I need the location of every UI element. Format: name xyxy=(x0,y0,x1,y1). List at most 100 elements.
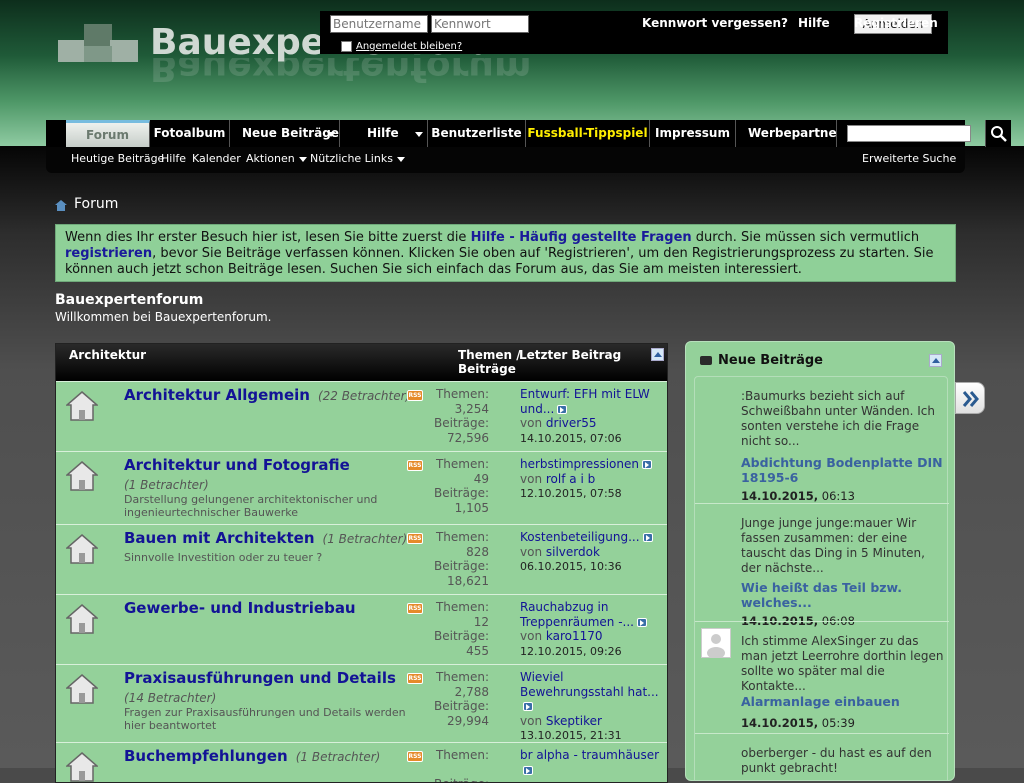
home-icon[interactable] xyxy=(55,200,67,211)
rss-icon[interactable]: RSS xyxy=(407,460,423,471)
search-input[interactable] xyxy=(847,125,971,142)
last-post-title-link[interactable]: Rauchabzug in Treppenräumen -... xyxy=(520,600,634,629)
forum-title-text: Gewerbe- und Industriebau xyxy=(124,599,356,617)
last-post-user-link[interactable]: rolf a i b xyxy=(546,472,595,486)
last-post-date: 12.10.2015, 09:26 xyxy=(520,644,622,658)
forum-house-icon xyxy=(66,752,98,782)
themes-label: Themen: xyxy=(435,457,489,471)
go-to-post-icon[interactable] xyxy=(523,765,533,775)
forum-house-icon xyxy=(66,604,98,634)
last-post: Rauchabzug in Treppenräumen -... von karo… xyxy=(520,600,667,659)
forum-row[interactable]: Architektur und Fotografie (1 Betrachter)… xyxy=(56,451,667,524)
register-link[interactable]: Registrieren xyxy=(854,16,938,30)
subnav-hilfe[interactable]: Hilfe xyxy=(161,152,186,165)
remember-checkbox[interactable] xyxy=(341,41,352,52)
forum-row[interactable]: Bauen mit Architekten (1 Betrachter) Sinnv… xyxy=(56,524,667,594)
go-to-post-icon[interactable] xyxy=(642,533,653,542)
forum-title-text: Architektur Allgemein xyxy=(124,386,310,404)
help-link[interactable]: Hilfe xyxy=(798,16,830,30)
viewer-count: (1 Betrachter) xyxy=(124,478,209,492)
go-to-post-icon[interactable] xyxy=(523,702,533,711)
go-to-post-icon[interactable] xyxy=(637,617,647,627)
last-post-user-link[interactable]: driver55 xyxy=(546,416,597,430)
forum-title-link[interactable]: Praxisausführungen und Details xyxy=(124,669,396,687)
double-chevron-right-icon xyxy=(962,391,979,407)
tab-hilfe[interactable]: Hilfe xyxy=(340,120,428,147)
last-post-user-link[interactable]: karo1170 xyxy=(546,629,603,643)
rss-icon[interactable]: RSS xyxy=(407,533,423,544)
sidebar-new-posts: Neue Beiträge :Baumurks bezieht sich auf… xyxy=(685,341,955,781)
tab-forum[interactable]: Forum xyxy=(66,120,150,147)
go-to-post-icon[interactable] xyxy=(557,404,568,414)
remember-label[interactable]: Angemeldet bleiben? xyxy=(356,41,462,52)
tab-werbepartner[interactable]: Werbepartner xyxy=(736,120,837,147)
chevron-down-icon xyxy=(298,156,307,162)
forum-title-link[interactable]: Buchempfehlungen (1 Betrachter) xyxy=(124,747,380,765)
post-title-link[interactable]: Wie heißt das Teil bzw. welches... xyxy=(741,580,945,610)
last-post-user-link[interactable]: Skeptiker xyxy=(546,714,602,728)
subnav-aktionen[interactable]: Aktionen xyxy=(246,152,307,165)
tab-fotoalbum[interactable]: Fotoalbum xyxy=(150,120,230,147)
password-input[interactable] xyxy=(431,15,529,33)
forum-title-link[interactable]: Architektur Allgemein (22 Betrachter) xyxy=(124,386,410,404)
last-post: br alpha - traumhäuser xyxy=(520,748,667,777)
posts-label: Beiträge: xyxy=(434,629,489,643)
viewer-count: (1 Betrachter) xyxy=(295,750,381,764)
last-post-user-link[interactable]: silverdok xyxy=(546,545,600,559)
forum-title-link[interactable]: Gewerbe- und Industriebau xyxy=(124,599,356,617)
register-notice-link[interactable]: registrieren xyxy=(65,246,152,261)
by-label: von xyxy=(520,713,543,728)
tab-fussball-tippspiel[interactable]: Fussball-Tippspiel xyxy=(526,120,650,147)
subnav-heutige-beitraege[interactable]: Heutige Beiträge xyxy=(71,152,164,165)
forum-title-link[interactable]: Architektur und Fotografie xyxy=(124,456,350,474)
post-title-link[interactable]: Alarmanlage einbauen xyxy=(741,694,945,709)
forum-row[interactable]: Architektur Allgemein (22 Betrachter) RSS T… xyxy=(56,381,667,451)
rss-icon[interactable]: RSS xyxy=(407,751,423,762)
avatar[interactable] xyxy=(701,628,731,659)
forum-row[interactable]: Buchempfehlungen (1 Betrachter) RSS Themen:… xyxy=(56,742,667,782)
post-excerpt: Junge junge junge:mauer Wir fassen zusam… xyxy=(741,516,925,575)
viewer-count: (1 Betrachter) xyxy=(322,532,408,546)
post-date-day: 14.10.2015, xyxy=(741,489,819,503)
forum-row[interactable]: Gewerbe- und Industriebau RSS Themen: 12 Bei… xyxy=(56,594,667,664)
forum-stats: Themen: 12 Beiträge: 455 xyxy=(424,600,489,658)
sidebar-expand-button[interactable] xyxy=(955,382,985,414)
rss-icon[interactable]: RSS xyxy=(407,390,423,401)
category-title[interactable]: Architektur xyxy=(69,348,146,362)
advanced-search-link[interactable]: Erweiterte Suche xyxy=(862,152,956,165)
last-post-title-link[interactable]: br alpha - traumhäuser xyxy=(520,748,659,762)
post-title-link[interactable]: Abdichtung Bodenplatte DIN 18195-6 xyxy=(741,455,945,485)
tab-benutzerliste[interactable]: Benutzerliste xyxy=(428,120,526,147)
collapse-icon[interactable] xyxy=(651,348,664,361)
tab-impressum[interactable]: Impressum xyxy=(650,120,736,147)
tab-neue-beitraege[interactable]: Neue Beiträge xyxy=(230,120,340,147)
breadcrumb[interactable]: Forum xyxy=(74,196,118,212)
forgot-password-link[interactable]: Kennwort vergessen? xyxy=(642,16,788,30)
rss-icon[interactable]: RSS xyxy=(407,673,423,684)
forum-title-text: Architektur und Fotografie xyxy=(124,456,350,474)
forum-stats: Themen: 2,788 Beiträge: 29,994 xyxy=(424,670,489,728)
last-post-title-link[interactable]: Kostenbeteiligung... xyxy=(520,530,640,544)
subnav-kalender[interactable]: Kalender xyxy=(192,152,241,165)
faq-link[interactable]: Hilfe - Häufig gestellte Fragen xyxy=(471,230,692,245)
themes-count: 2,788 xyxy=(454,684,489,699)
collapse-icon[interactable] xyxy=(929,354,942,367)
subnav-nuetzliche-links[interactable]: Nützliche Links xyxy=(310,152,405,165)
last-post-title-link[interactable]: Wieviel Bewehrungsstahl hat... xyxy=(520,670,659,699)
go-to-post-icon[interactable] xyxy=(641,460,652,469)
last-post-title-link[interactable]: herbstimpressionen xyxy=(520,457,639,471)
forum-row[interactable]: Praxisausführungen und Details (14 Betrac… xyxy=(56,664,667,742)
last-post-title-link[interactable]: Entwurf: EFH mit ELW und... xyxy=(520,387,650,416)
posts-count: 455 xyxy=(466,643,489,658)
username-input[interactable] xyxy=(330,15,428,33)
post-date-time: 06:13 xyxy=(821,489,855,503)
login-box: Anmelden Kennwort vergessen? Hilfe Regis… xyxy=(320,11,948,54)
last-post-date: 13.10.2015, 21:31 xyxy=(520,729,622,742)
posts-count: 72,596 xyxy=(447,430,489,445)
rss-icon[interactable]: RSS xyxy=(407,603,423,614)
col-themes: Themen / xyxy=(458,348,521,362)
search-button[interactable] xyxy=(985,120,1011,147)
by-label: von xyxy=(520,629,543,643)
forum-title-link[interactable]: Bauen mit Architekten (1 Betrachter) xyxy=(124,529,407,547)
forum-house-icon xyxy=(66,461,98,491)
